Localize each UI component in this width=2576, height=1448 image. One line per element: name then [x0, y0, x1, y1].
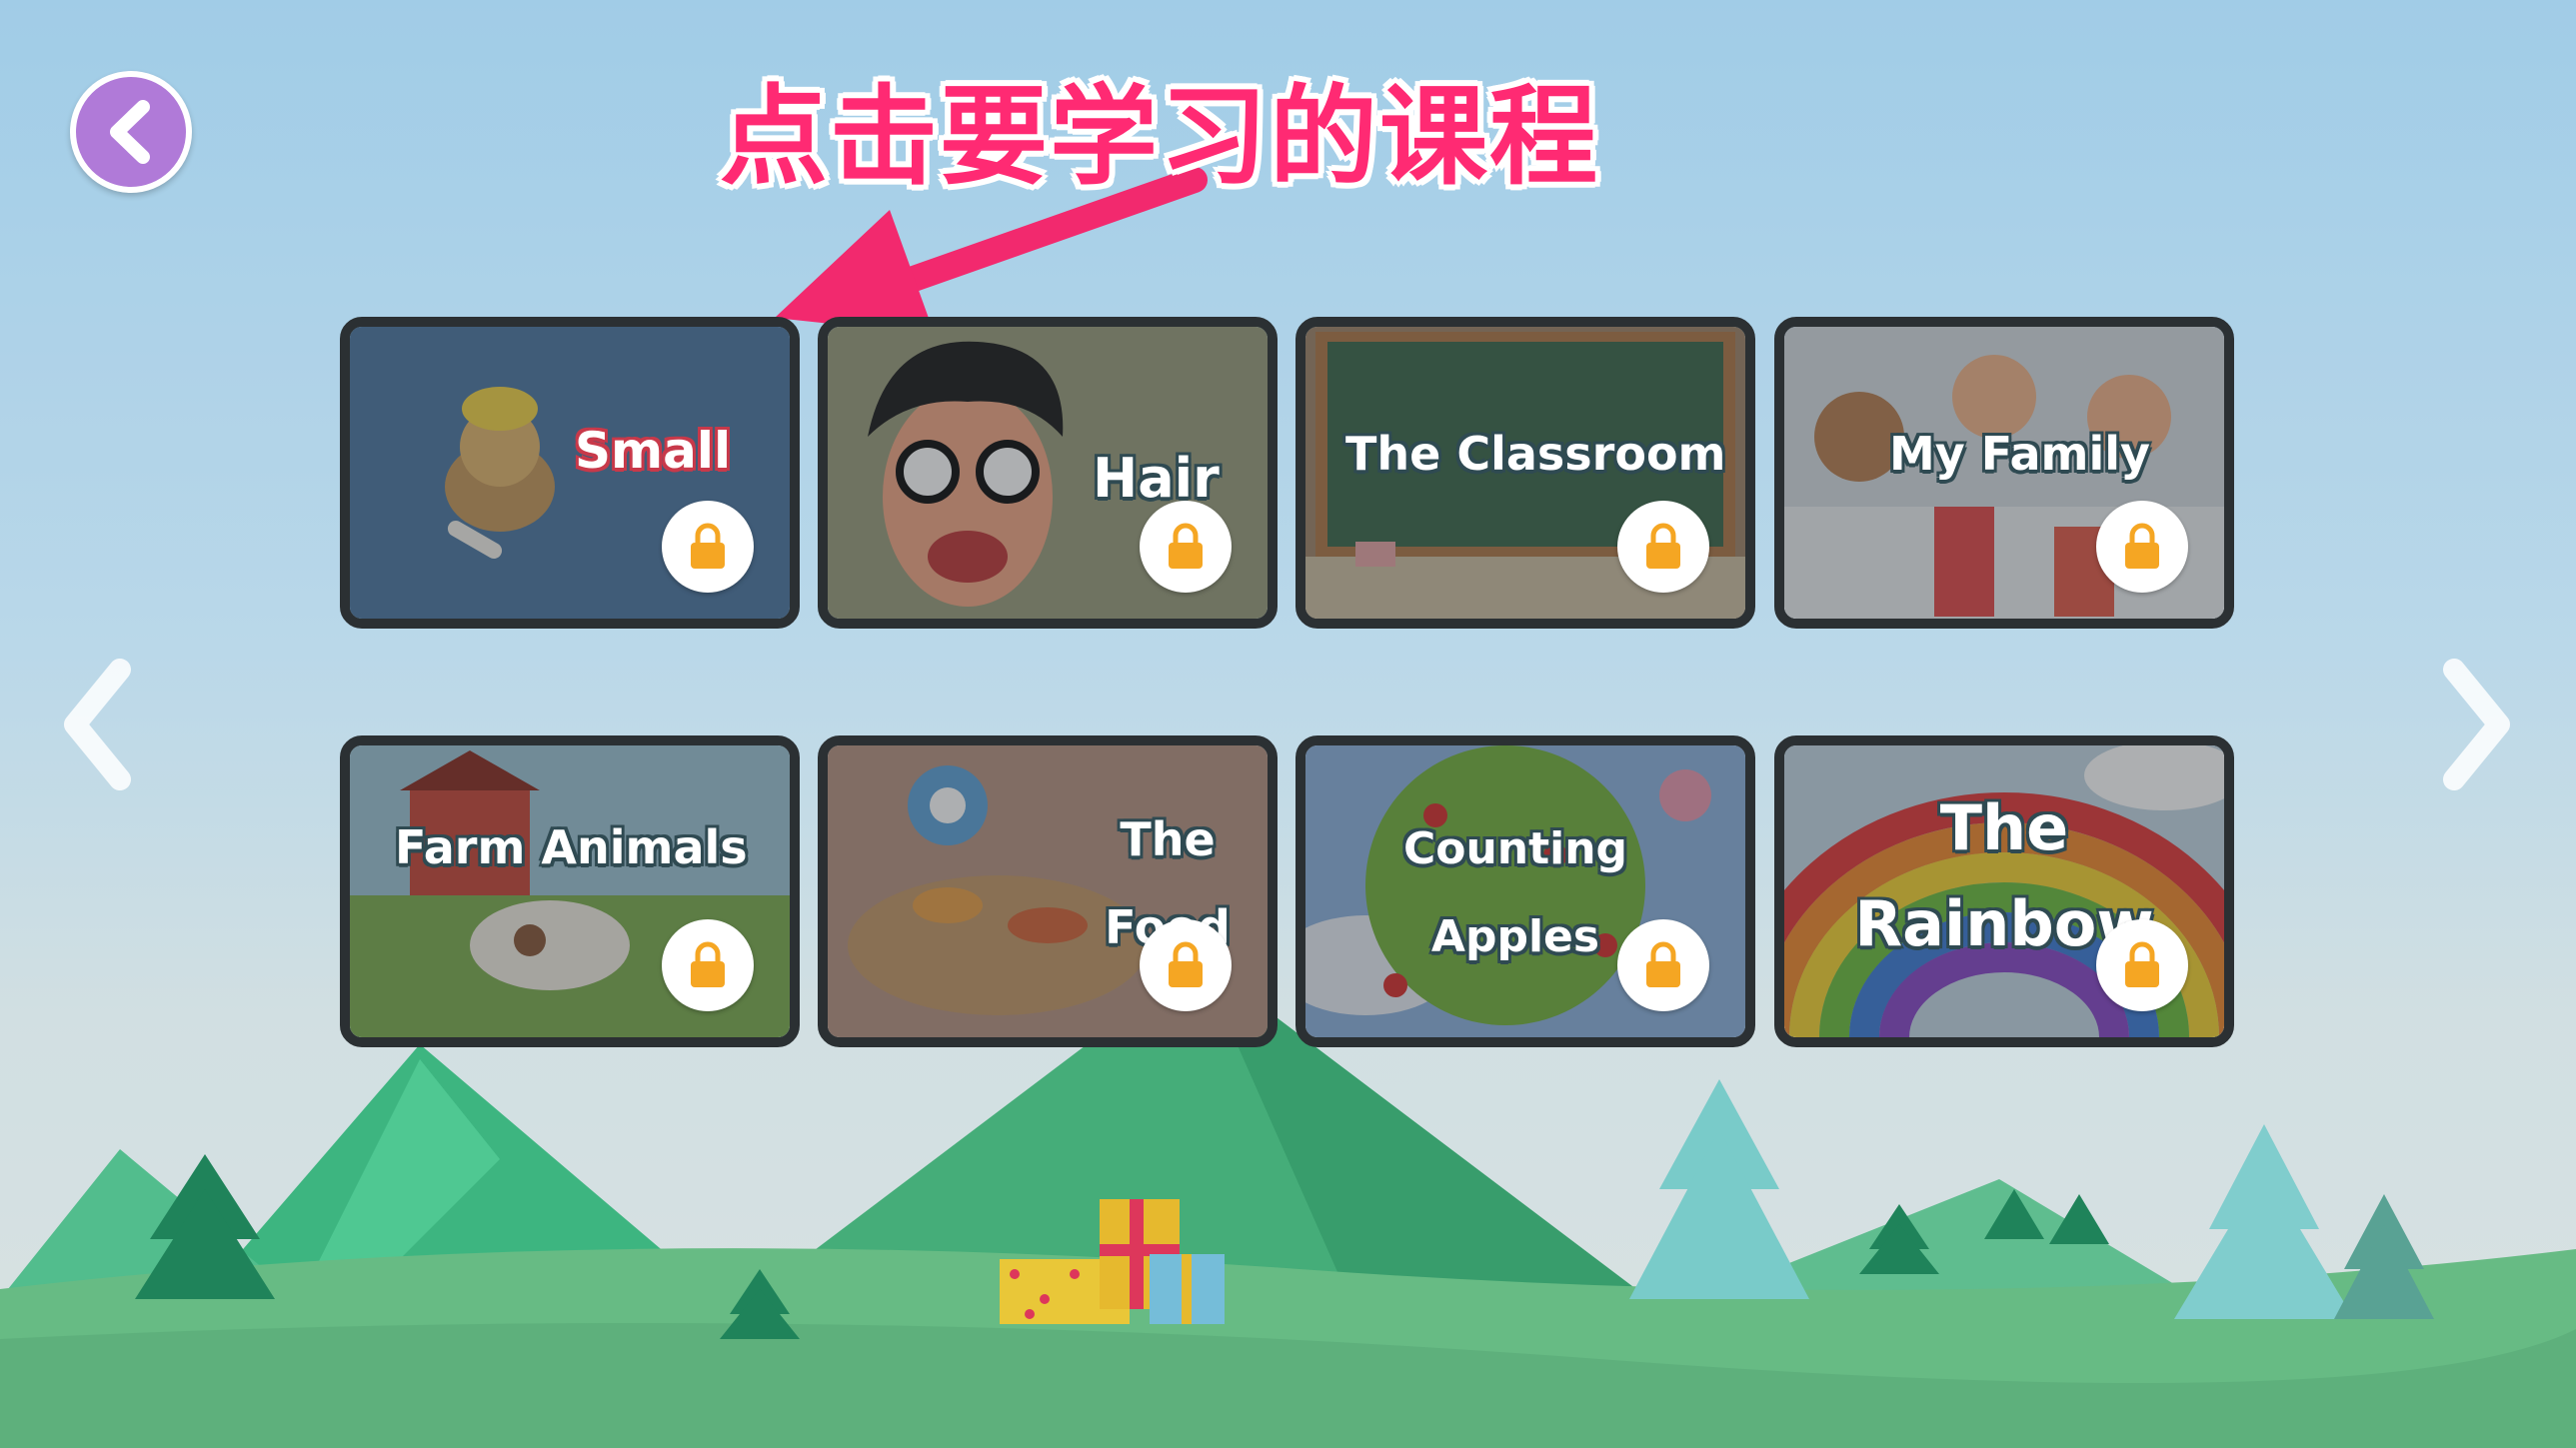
lock-icon: [1646, 523, 1680, 569]
course-card-counting-apples[interactable]: Counting Apples: [1295, 735, 1755, 1047]
course-card-my-family[interactable]: My Family: [1774, 317, 2234, 629]
next-page-button[interactable]: [2429, 655, 2519, 794]
hint-text: 点击要学习的课程: [720, 75, 1600, 200]
lock-badge: [1140, 919, 1232, 1011]
course-title: My Family: [1889, 427, 2150, 481]
course-title: Hair: [1093, 447, 1220, 510]
lock-icon: [2125, 523, 2159, 569]
course-title: Small: [575, 422, 732, 480]
lock-badge: [1617, 501, 1709, 593]
lock-badge: [2096, 501, 2188, 593]
lock-badge: [662, 501, 754, 593]
lock-badge: [1617, 919, 1709, 1011]
course-title: The Classroom: [1345, 427, 1726, 481]
course-card-hair[interactable]: Hair: [818, 317, 1278, 629]
course-card-the-classroom[interactable]: The Classroom: [1295, 317, 1755, 629]
lock-icon: [691, 941, 725, 987]
course-card-small[interactable]: Small: [340, 317, 800, 629]
course-card-farm-animals[interactable]: Farm Animals: [340, 735, 800, 1047]
lock-icon: [1646, 941, 1680, 987]
lock-icon: [691, 523, 725, 569]
lock-badge: [662, 919, 754, 1011]
lock-badge: [1140, 501, 1232, 593]
lock-icon: [1169, 523, 1203, 569]
previous-page-button[interactable]: [55, 655, 145, 794]
chevron-left-icon: [64, 659, 131, 790]
background-scenery: [0, 167, 2576, 1448]
course-card-the-food[interactable]: The Food: [818, 735, 1278, 1047]
course-card-the-rainbow[interactable]: The Rainbow: [1774, 735, 2234, 1047]
lock-icon: [1169, 941, 1203, 987]
course-title: Counting Apples: [1402, 823, 1628, 962]
back-button[interactable]: [70, 71, 192, 193]
lock-icon: [2125, 941, 2159, 987]
chevron-left-icon: [110, 100, 150, 164]
lock-badge: [2096, 919, 2188, 1011]
course-title: Farm Animals: [395, 820, 748, 874]
chevron-right-icon: [2443, 659, 2510, 790]
